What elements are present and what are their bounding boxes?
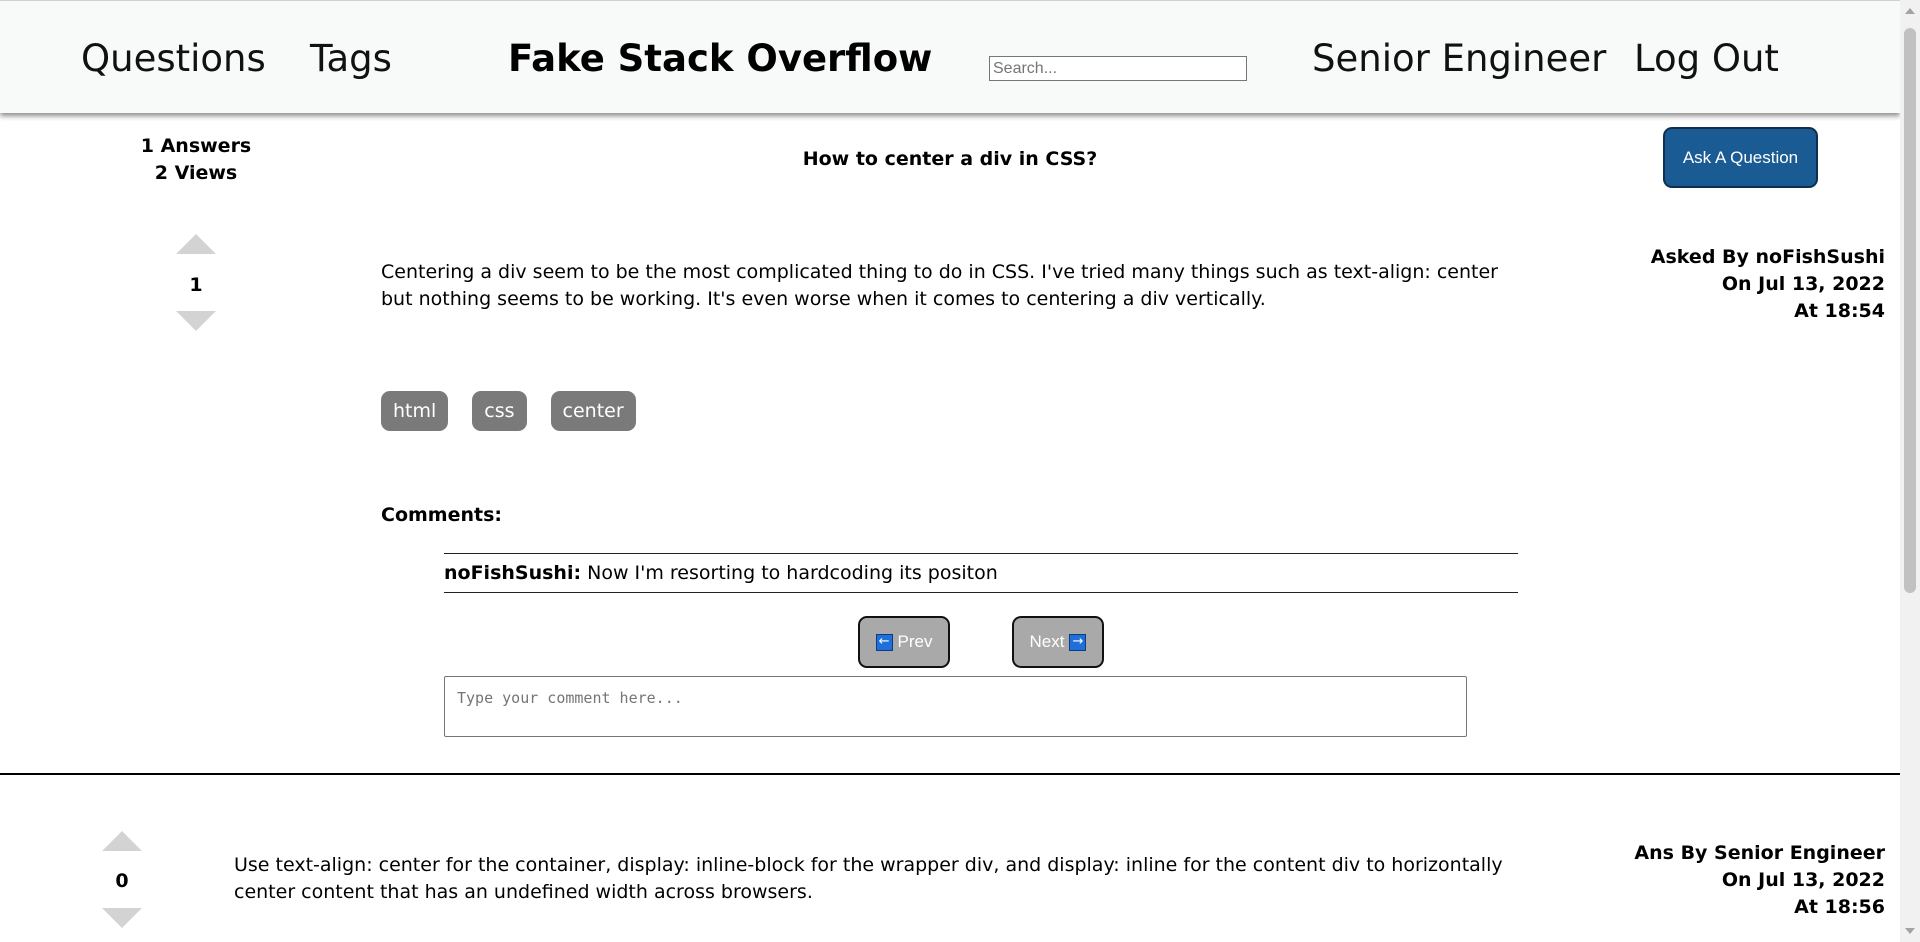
question-downvote-icon[interactable] xyxy=(176,311,216,331)
answered-on-date: On Jul 13, 2022 xyxy=(1721,869,1885,891)
answers-count: 1 Answers xyxy=(140,135,252,157)
tag-chip[interactable]: css xyxy=(472,391,527,431)
asked-on-date: On Jul 13, 2022 xyxy=(1721,273,1885,295)
answers-divider xyxy=(0,773,1900,775)
site-title: Fake Stack Overflow xyxy=(508,37,933,80)
search-input[interactable] xyxy=(989,56,1247,81)
question-meta: Asked By noFishSushi On Jul 13, 2022 At … xyxy=(1651,244,1885,325)
asked-at-time: At 18:54 xyxy=(1794,300,1885,322)
tag-chip[interactable]: center xyxy=(550,391,636,431)
question-stats: 1 Answers 2 Views xyxy=(140,133,252,187)
question-upvote-icon[interactable] xyxy=(176,234,216,254)
answered-at-time: At 18:56 xyxy=(1794,896,1885,918)
answer-body: Use text-align: center for the container… xyxy=(234,854,1503,903)
answer-upvote-icon[interactable] xyxy=(102,831,142,851)
arrow-left-icon: ← xyxy=(875,633,893,651)
comments-prev-button[interactable]: ← Prev xyxy=(858,616,950,668)
vertical-scrollbar[interactable] xyxy=(1900,0,1920,942)
scroll-down-arrow-icon[interactable] xyxy=(1905,928,1915,934)
comment-text: Now I'm resorting to hardcoding its posi… xyxy=(581,562,998,584)
next-label: Next xyxy=(1029,632,1065,651)
prev-label: Prev xyxy=(897,632,933,651)
nav-logout-link[interactable]: Log Out xyxy=(1634,37,1779,81)
comments-next-button[interactable]: Next → xyxy=(1012,616,1104,668)
comment-input[interactable] xyxy=(444,676,1467,737)
answer-meta: Ans By Senior Engineer On Jul 13, 2022 A… xyxy=(1634,840,1885,921)
ask-question-button[interactable]: Ask A Question xyxy=(1663,127,1818,188)
answer-vote-count: 0 xyxy=(115,870,129,892)
question-body: Centering a div seem to be the most comp… xyxy=(381,261,1498,310)
question-title: How to center a div in CSS? xyxy=(802,148,1098,170)
tag-chip[interactable]: html xyxy=(381,391,449,431)
views-count: 2 Views xyxy=(154,162,238,184)
nav-questions-link[interactable]: Questions xyxy=(81,37,266,81)
comments-heading: Comments: xyxy=(381,504,502,526)
comment-item: noFishSushi: Now I'm resorting to hardco… xyxy=(444,553,1518,593)
question-vote-count: 1 xyxy=(189,274,203,296)
question-tags: html css center xyxy=(381,391,636,431)
top-navbar: Questions Tags Fake Stack Overflow Senio… xyxy=(0,0,1900,113)
comment-author: noFishSushi: xyxy=(444,562,582,584)
nav-user-profile-link[interactable]: Senior Engineer xyxy=(1312,37,1606,81)
scroll-up-arrow-icon[interactable] xyxy=(1905,8,1915,14)
arrow-right-icon: → xyxy=(1069,633,1087,651)
answered-by: Ans By Senior Engineer xyxy=(1634,842,1885,864)
answer-downvote-icon[interactable] xyxy=(102,908,142,928)
asked-by: Asked By noFishSushi xyxy=(1650,246,1885,268)
page: Questions Tags Fake Stack Overflow Senio… xyxy=(0,0,1920,942)
nav-tags-link[interactable]: Tags xyxy=(310,37,392,81)
scrollbar-thumb[interactable] xyxy=(1904,28,1916,593)
